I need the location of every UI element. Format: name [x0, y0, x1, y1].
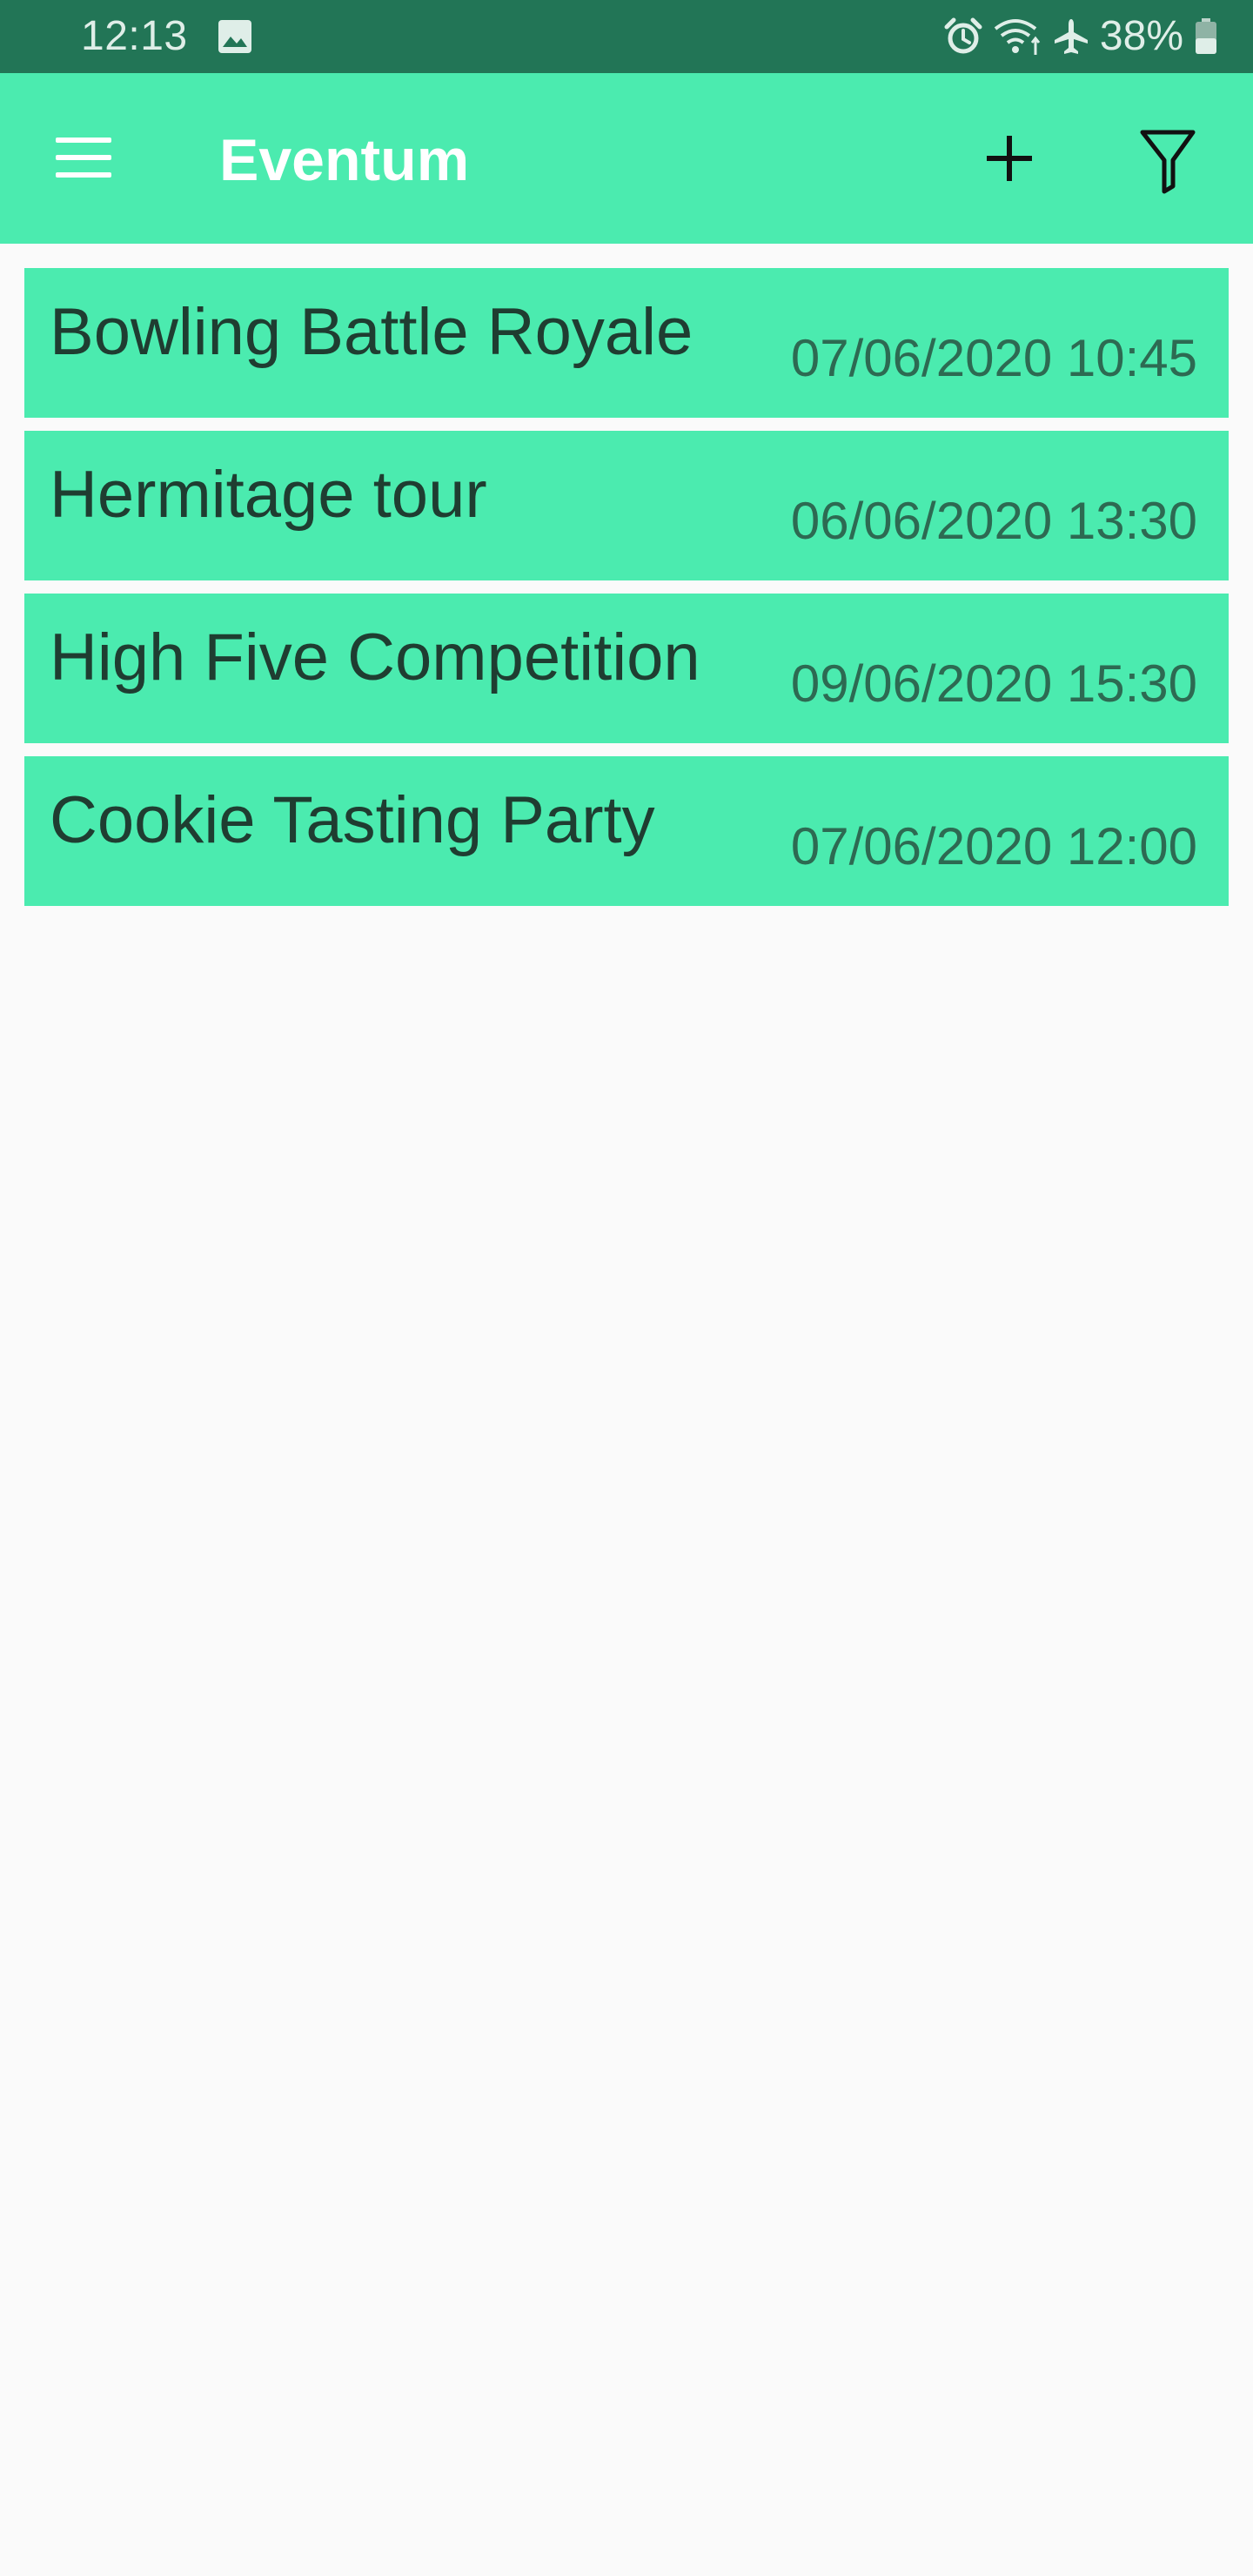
- event-name: Bowling Battle Royale: [50, 295, 694, 369]
- battery-percentage: 38%: [1099, 13, 1183, 59]
- event-list-item[interactable]: Hermitage tour 06/06/2020 13:30: [24, 431, 1229, 580]
- event-datetime: 07/06/2020 12:00: [790, 817, 1197, 875]
- airplane-icon: [1051, 17, 1091, 57]
- event-name: Cookie Tasting Party: [50, 783, 655, 857]
- event-datetime: 09/06/2020 15:30: [790, 654, 1197, 713]
- status-time: 12:13: [81, 13, 188, 59]
- plus-icon: [982, 136, 1037, 190]
- app-title: Eventum: [219, 127, 470, 193]
- add-event-button[interactable]: [982, 131, 1037, 186]
- event-list-item[interactable]: Cookie Tasting Party 07/06/2020 12:00: [24, 756, 1229, 906]
- wifi-icon: [992, 17, 1042, 57]
- filter-button[interactable]: [1138, 125, 1197, 195]
- event-name: Hermitage tour: [50, 458, 487, 532]
- alarm-icon: [943, 17, 983, 57]
- app-bar: Eventum: [0, 73, 1253, 244]
- event-list: Bowling Battle Royale 07/06/2020 10:45 H…: [24, 268, 1229, 919]
- event-list-item[interactable]: High Five Competition 09/06/2020 15:30: [24, 594, 1229, 743]
- status-icons: 38%: [943, 12, 1218, 61]
- gallery-icon: [216, 17, 254, 56]
- event-list-item[interactable]: Bowling Battle Royale 07/06/2020 10:45: [24, 268, 1229, 418]
- filter-icon: [1138, 130, 1197, 198]
- status-bar: 12:13 38%: [0, 0, 1253, 73]
- event-name: High Five Competition: [50, 621, 700, 694]
- event-datetime: 07/06/2020 10:45: [790, 329, 1197, 387]
- battery-icon: [1194, 17, 1218, 56]
- menu-button[interactable]: [50, 132, 120, 184]
- menu-icon: [50, 138, 120, 188]
- event-datetime: 06/06/2020 13:30: [790, 492, 1197, 550]
